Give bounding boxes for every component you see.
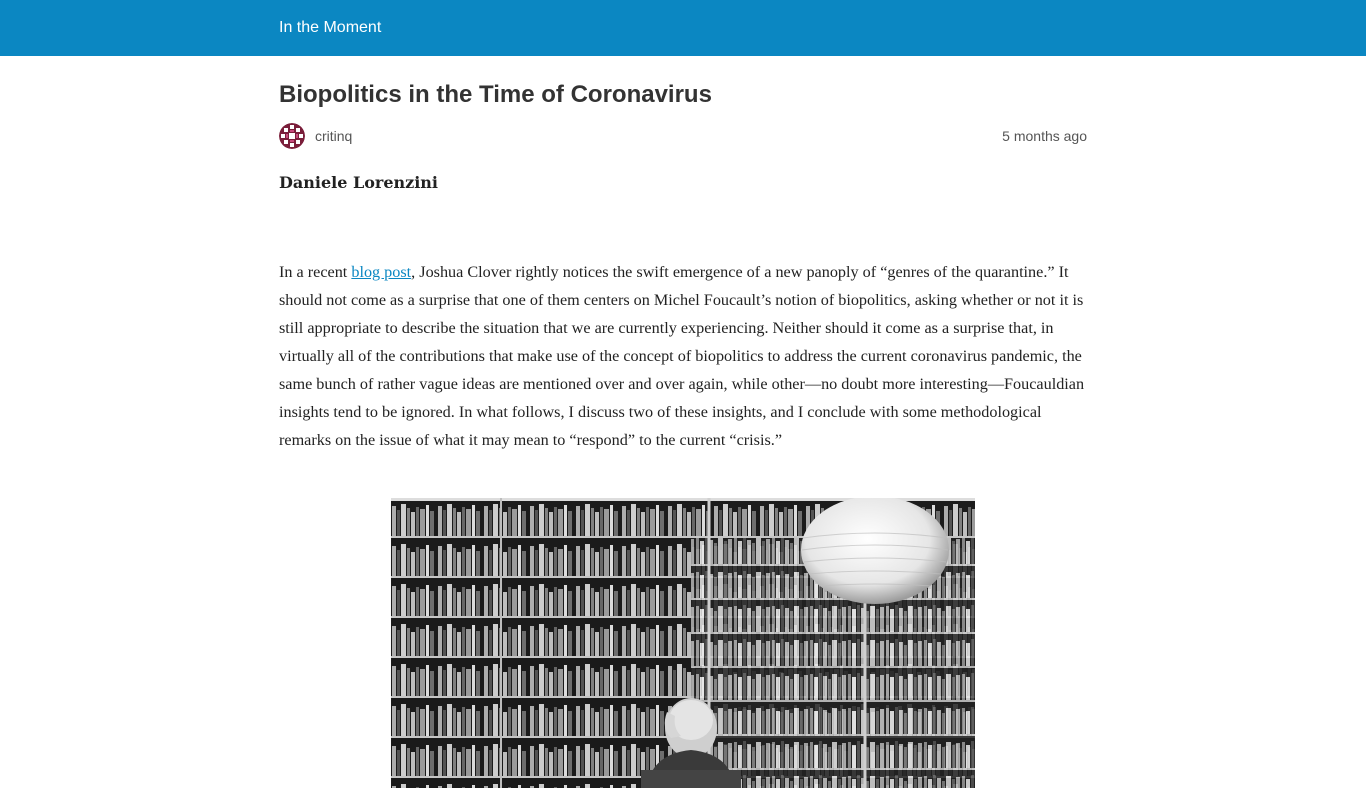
bookshelf-photo [391, 498, 975, 788]
post-meta: critinq 5 months ago [279, 123, 1087, 149]
site-title-link[interactable]: In the Moment [279, 18, 381, 38]
avatar-icon[interactable] [279, 123, 305, 149]
paragraph-rest: , Joshua Clover rightly notices the swif… [279, 263, 1085, 449]
article-paragraph: In a recent blog post, Joshua Clover rig… [279, 258, 1087, 454]
blog-post-link[interactable]: blog post [351, 263, 411, 281]
post-title: Biopolitics in the Time of Coronavirus [279, 81, 712, 108]
paragraph-intro: In a recent [279, 263, 352, 281]
site-header: In the Moment [0, 0, 1366, 56]
article-byline: Daniele Lorenzini [279, 173, 438, 192]
post-date[interactable]: 5 months ago [1002, 127, 1087, 145]
article-photo [391, 498, 975, 788]
author-name[interactable]: critinq [315, 127, 352, 145]
